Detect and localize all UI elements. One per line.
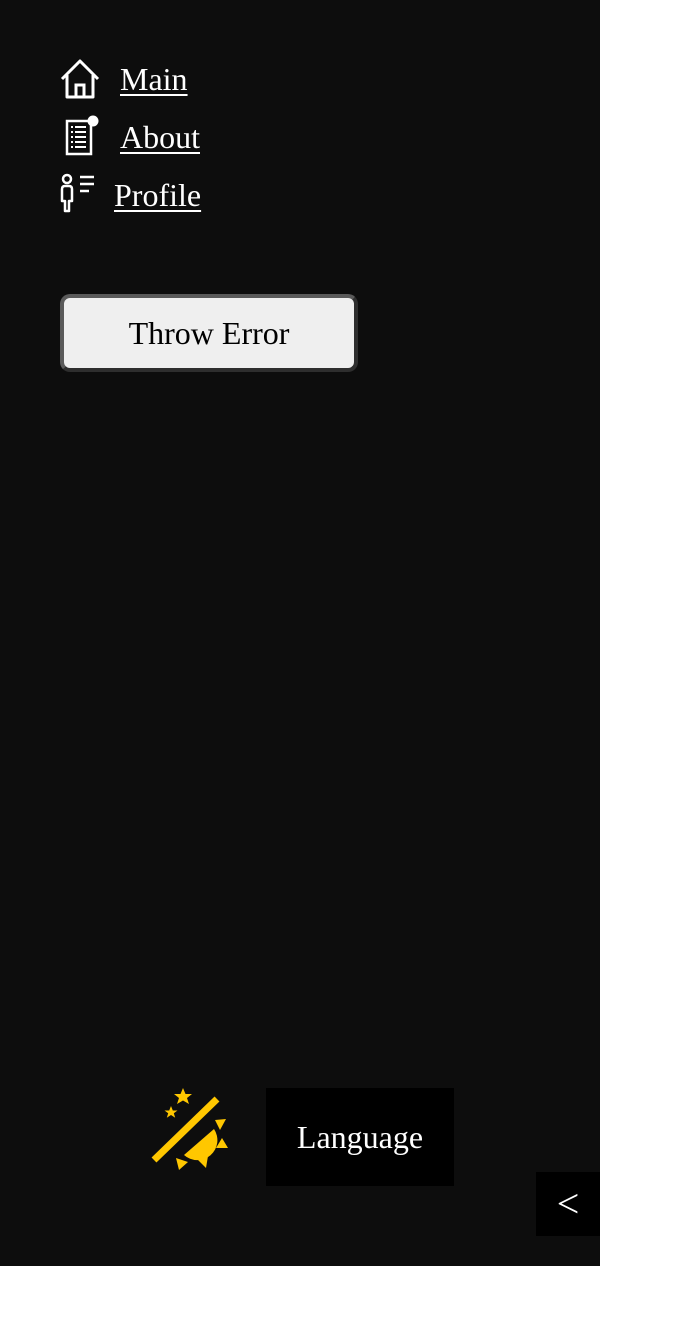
document-list-icon xyxy=(58,115,120,159)
sidebar-nav: Main About Profile xyxy=(58,50,201,224)
throw-error-button[interactable]: Throw Error xyxy=(60,294,358,372)
sidebar-item-label-profile[interactable]: Profile xyxy=(114,177,201,214)
sidebar-item-main[interactable]: Main xyxy=(58,50,201,108)
sidebar-item-label-main[interactable]: Main xyxy=(120,61,188,98)
sidebar-item-about[interactable]: About xyxy=(58,108,201,166)
sidebar-item-label-about[interactable]: About xyxy=(120,119,200,156)
person-list-icon xyxy=(58,173,114,217)
sidebar-item-profile[interactable]: Profile xyxy=(58,166,201,224)
theme-toggle-icon[interactable] xyxy=(140,1086,232,1176)
sidebar: Main About Profile Throw Error Language … xyxy=(0,0,600,1266)
home-icon xyxy=(58,57,120,101)
collapse-sidebar-button[interactable]: < xyxy=(536,1172,600,1236)
language-button[interactable]: Language xyxy=(266,1088,454,1186)
